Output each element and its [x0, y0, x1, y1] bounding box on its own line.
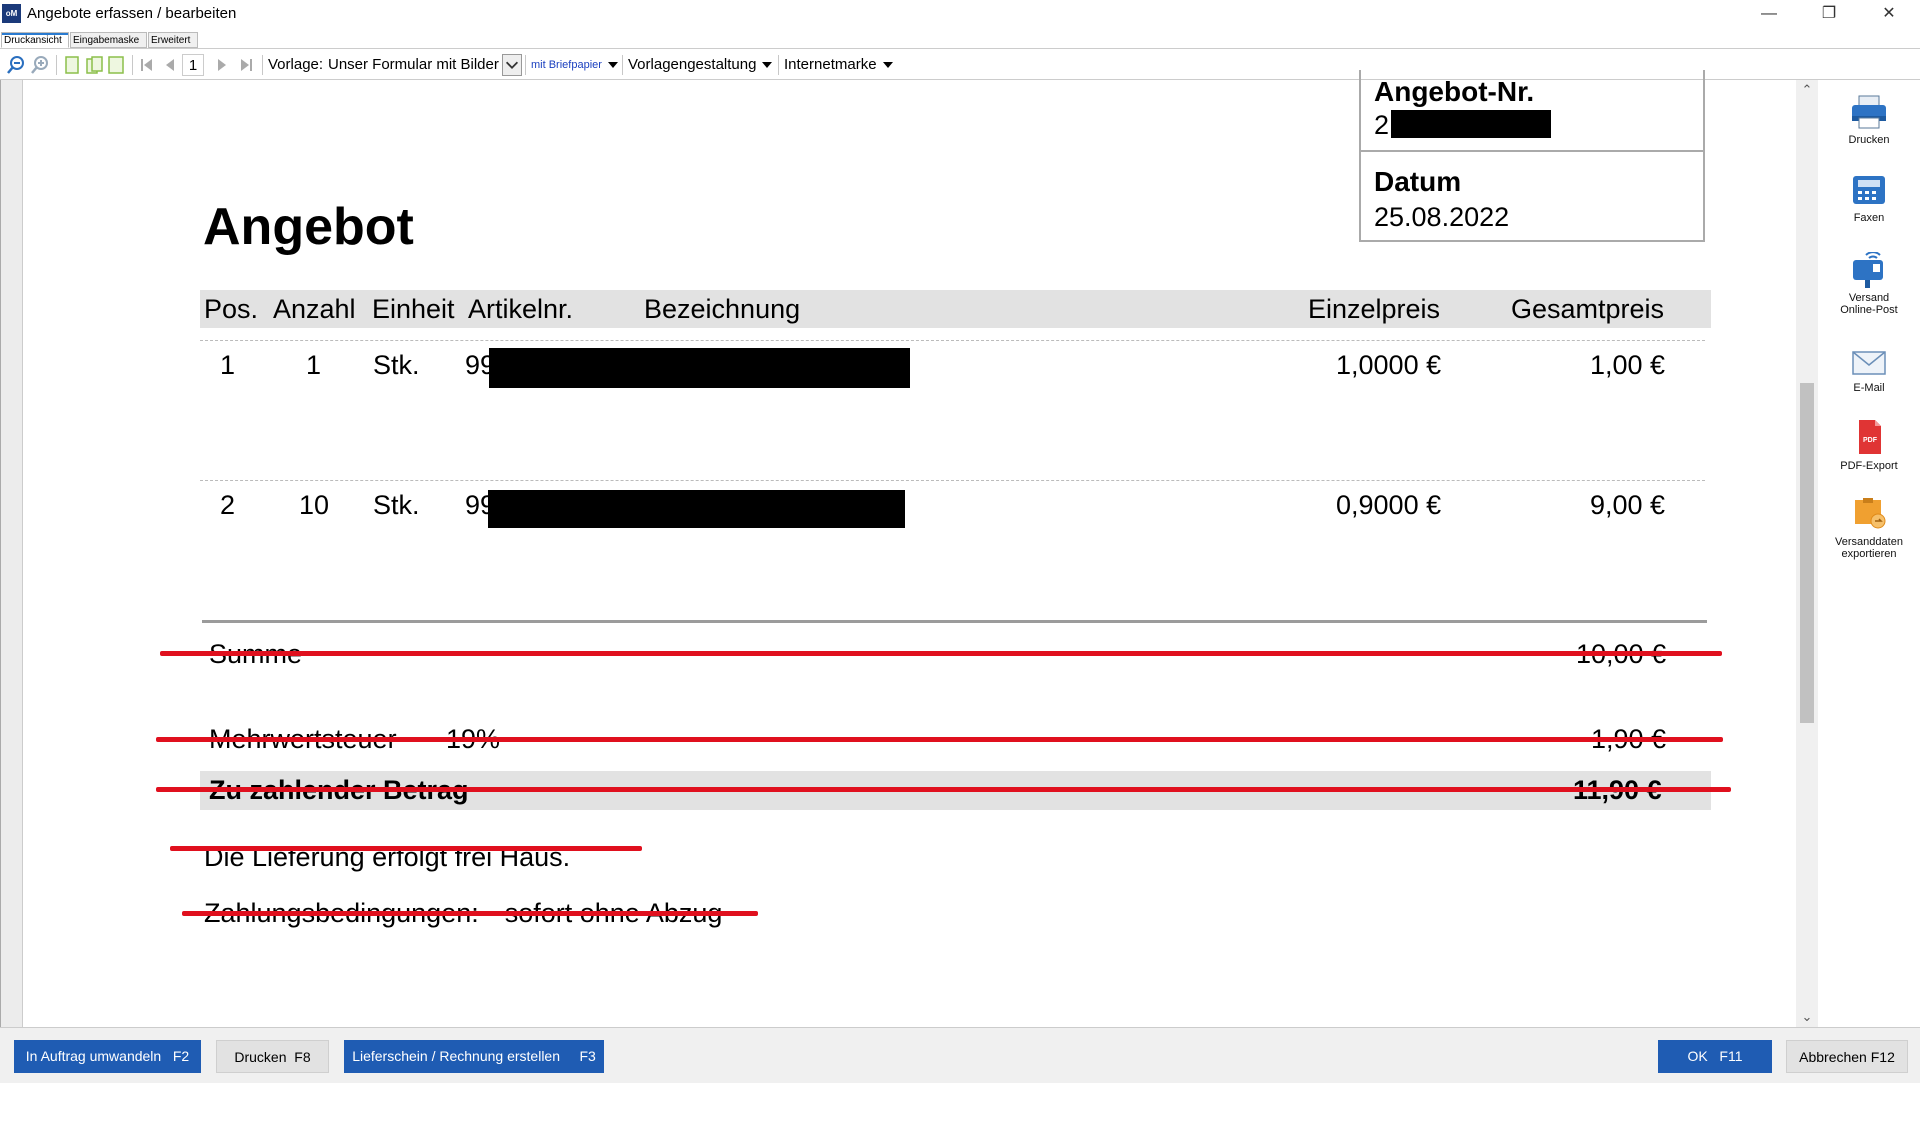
scroll-up-icon[interactable]: ⌃: [1796, 80, 1818, 100]
strike-line: [160, 651, 1722, 656]
zoom-out-icon[interactable]: [6, 55, 26, 75]
bottom-button-bar: In Auftrag umwandeln F2 Drucken F8 Liefe…: [0, 1027, 1920, 1083]
template-design-menu[interactable]: Vorlagengestaltung: [628, 54, 773, 76]
shipping-export-icon: [1855, 498, 1886, 529]
zoom-in-icon[interactable]: [30, 55, 50, 75]
close-icon[interactable]: ✕: [1864, 0, 1914, 28]
strike-line: [170, 846, 642, 851]
tab-erweitert[interactable]: Erweitert: [148, 32, 198, 48]
online-post-action[interactable]: Versand Online-Post: [1818, 252, 1920, 316]
ok-button[interactable]: OK F11: [1658, 1040, 1772, 1073]
col-pos: Pos.: [204, 294, 259, 324]
template-dropdown-button[interactable]: [502, 54, 522, 76]
print-preview: Angebot Angebot-Nr. 2 Datum 25.08.2022 P…: [0, 70, 1818, 1027]
print-button[interactable]: Drucken F8: [216, 1040, 329, 1073]
print-action[interactable]: Drucken: [1818, 94, 1920, 146]
tab-eingabemaske[interactable]: Eingabemaske: [70, 32, 147, 48]
col-artikelnr: Artikelnr.: [468, 294, 574, 324]
page-width-icon[interactable]: [106, 55, 126, 75]
online-post-icon: [1853, 252, 1883, 288]
svg-text:PDF: PDF: [1863, 437, 1878, 444]
postage-menu[interactable]: Internetmarke: [784, 54, 893, 76]
convert-to-order-button[interactable]: In Auftrag umwandeln F2: [14, 1040, 201, 1073]
previous-page-icon[interactable]: [160, 55, 180, 75]
col-einheit: Einheit: [372, 294, 455, 324]
scroll-down-icon[interactable]: ⌄: [1796, 1007, 1818, 1027]
shipping-export-action[interactable]: Versanddaten exportieren: [1818, 494, 1920, 560]
template-label: Vorlage:: [268, 56, 324, 73]
col-gesamtpreis: Gesamtpreis: [1511, 294, 1665, 324]
redaction-bar: [488, 490, 905, 528]
minimize-icon[interactable]: —: [1744, 0, 1794, 28]
scrollbar-thumb[interactable]: [1800, 383, 1814, 723]
offer-number-label: Angebot-Nr.: [1374, 76, 1535, 107]
email-action[interactable]: E-Mail: [1818, 348, 1920, 394]
pdf-icon: PDF: [1859, 420, 1881, 454]
first-page-icon[interactable]: [137, 55, 157, 75]
title-bar: oM Angebote erfassen / bearbeiten — ❐ ✕: [0, 0, 1920, 28]
template-select[interactable]: Unser Formular mit Bilder: [328, 54, 502, 76]
single-page-icon[interactable]: [62, 55, 82, 75]
document-title: Angebot: [203, 198, 414, 256]
fax-action[interactable]: Faxen: [1818, 172, 1920, 224]
two-pages-icon[interactable]: [84, 55, 104, 75]
page-number-input[interactable]: 1: [182, 54, 204, 76]
date-label: Datum: [1374, 166, 1462, 197]
items-table-header: Pos. Anzahl Einheit Artikelnr. Bezeichnu…: [200, 290, 1711, 328]
letterhead-toggle[interactable]: mit Briefpapier: [531, 54, 618, 76]
fax-icon: [1853, 176, 1885, 204]
table-row: 2 10 Stk. 99 0,9000 € 9,00 €: [200, 490, 1711, 530]
strike-line: [156, 737, 1723, 742]
redaction-bar: [489, 348, 910, 388]
chevron-down-icon: [505, 61, 519, 69]
offer-info-box: Angebot-Nr. 2 Datum 25.08.2022: [1359, 70, 1705, 242]
table-row: 1 1 Stk. 99 1,0000 € 1,00 €: [200, 348, 1711, 390]
pdf-export-action[interactable]: PDF PDF-Export: [1818, 418, 1920, 472]
vertical-scrollbar[interactable]: ⌃ ⌄: [1796, 80, 1818, 1027]
tab-druckansicht[interactable]: Druckansicht: [1, 32, 69, 48]
printer-icon: [1852, 95, 1886, 129]
create-delivery-invoice-button[interactable]: Lieferschein / Rechnung erstellen F3: [344, 1040, 604, 1073]
email-icon: [1852, 351, 1886, 375]
app-logo-icon: oM: [2, 4, 21, 23]
col-anzahl: Anzahl: [273, 294, 356, 324]
strike-line: [182, 911, 758, 916]
restore-icon[interactable]: ❐: [1804, 0, 1854, 28]
cancel-button[interactable]: Abbrechen F12: [1786, 1040, 1908, 1073]
strike-line: [156, 787, 1731, 792]
date-value: 25.08.2022: [1374, 202, 1510, 232]
offer-number-value: 2: [1374, 110, 1390, 140]
redaction-bar: [1391, 110, 1551, 138]
next-page-icon[interactable]: [212, 55, 232, 75]
col-bezeichnung: Bezeichnung: [644, 294, 801, 324]
col-einzelpreis: Einzelpreis: [1308, 294, 1441, 324]
window-title: Angebote erfassen / bearbeiten: [27, 5, 237, 22]
action-panel: Drucken Faxen Versand Online-Post E-Mail: [1818, 80, 1920, 1027]
last-page-icon[interactable]: [236, 55, 256, 75]
view-tabs: Druckansicht Eingabemaske Erweitert: [0, 32, 1920, 48]
